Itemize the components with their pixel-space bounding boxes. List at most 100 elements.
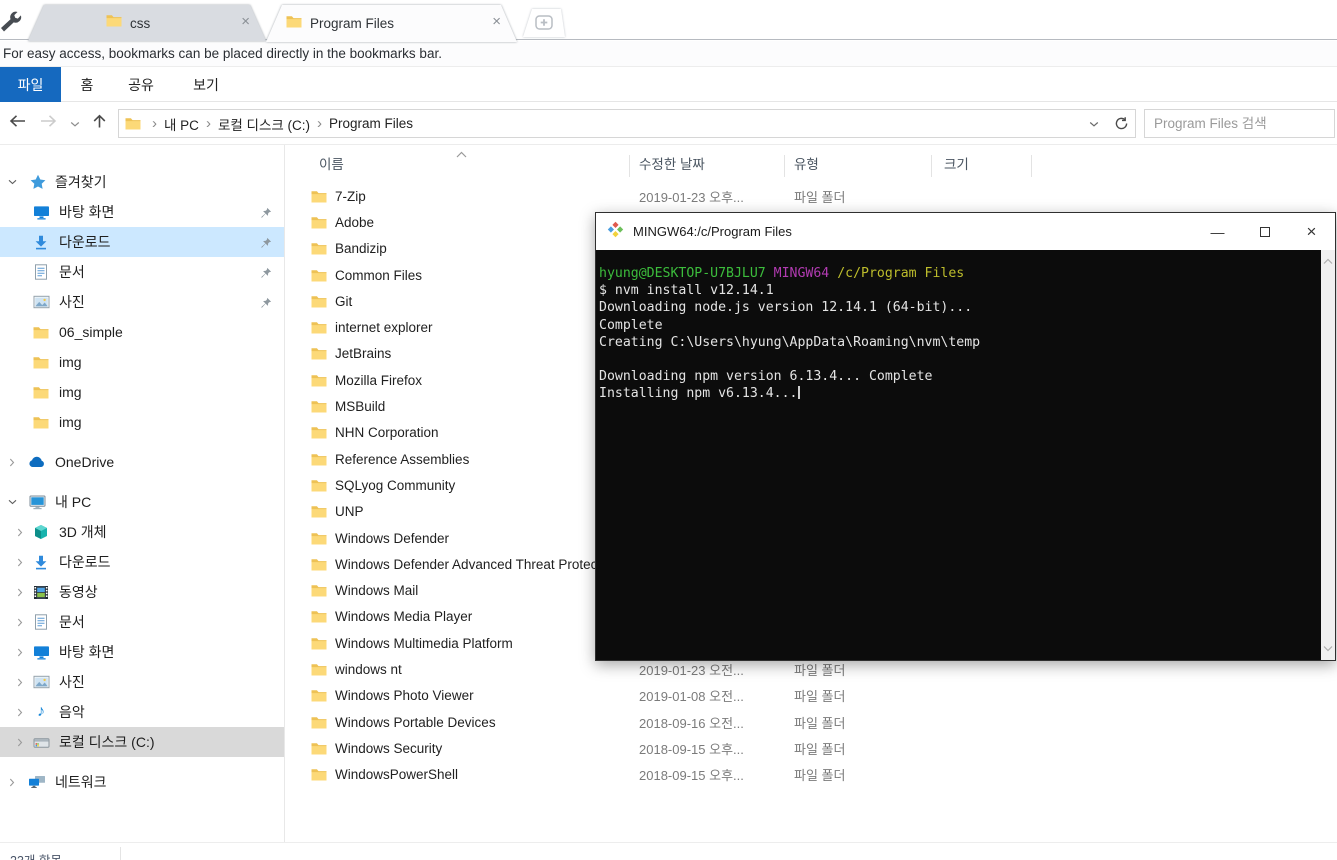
- file-name: Mozilla Firefox: [335, 372, 423, 388]
- sidebar-item[interactable]: 다운로드: [0, 227, 284, 257]
- tab-css[interactable]: css ×: [28, 5, 266, 41]
- column-header-size[interactable]: 크기: [944, 153, 969, 173]
- sidebar-item[interactable]: 사진: [0, 287, 284, 317]
- chevron-right-icon[interactable]: [16, 618, 26, 627]
- sidebar-item[interactable]: 네트워크: [0, 767, 284, 797]
- sidebar-item[interactable]: 문서: [0, 257, 284, 287]
- sidebar-item[interactable]: 즐겨찾기: [0, 167, 284, 197]
- settings-wrench-icon[interactable]: [0, 7, 25, 33]
- folder-icon: [311, 347, 327, 360]
- sidebar-item[interactable]: img: [0, 407, 284, 437]
- sidebar-item[interactable]: img: [0, 347, 284, 377]
- document-icon: [32, 614, 50, 630]
- table-row[interactable]: 7-Zip 2019-01-23 오후... 파일 폴더: [286, 183, 1337, 209]
- file-name: Windows Photo Viewer: [335, 688, 474, 704]
- sidebar-item[interactable]: 동영상: [0, 577, 284, 607]
- terminal-body[interactable]: hyung@DESKTOP-U7BJLU7 MINGW64 /c/Program…: [596, 250, 1335, 660]
- terminal-line: Downloading npm version 6.13.4... Comple…: [599, 369, 933, 385]
- terminal-scrollbar[interactable]: [1321, 250, 1335, 660]
- sidebar-item[interactable]: 내 PC: [0, 487, 284, 517]
- sidebar-item[interactable]: 바탕 화면: [0, 197, 284, 227]
- column-header-date[interactable]: 수정한 날짜: [639, 153, 705, 173]
- sidebar-item[interactable]: OneDrive: [0, 447, 284, 477]
- recent-locations-chevron-icon[interactable]: [70, 115, 80, 133]
- file-type: 파일 폴더: [794, 715, 846, 731]
- chevron-right-icon[interactable]: [16, 738, 26, 747]
- column-divider[interactable]: [931, 155, 932, 177]
- back-button[interactable]: [8, 114, 27, 133]
- terminal-line: Downloading node.js version 12.14.1 (64-…: [599, 300, 973, 316]
- search-input[interactable]: [1145, 110, 1334, 137]
- maximize-button[interactable]: [1241, 213, 1288, 250]
- table-row[interactable]: Windows Security 2018-09-15 오후... 파일 폴더: [286, 735, 1337, 761]
- address-bar[interactable]: › 내 PC › 로컬 디스크 (C:) › Program Files: [118, 109, 1108, 138]
- chevron-down-icon[interactable]: [8, 178, 18, 186]
- chevron-right-icon[interactable]: [16, 558, 26, 567]
- address-dropdown-chevron-icon[interactable]: [1089, 120, 1101, 128]
- film-icon: [32, 585, 50, 600]
- column-header-type[interactable]: 유형: [794, 153, 819, 173]
- tab-program-files[interactable]: Program Files ×: [266, 5, 517, 42]
- forward-button[interactable]: [39, 114, 58, 133]
- chevron-right-icon[interactable]: [16, 678, 26, 687]
- plus-icon: [523, 9, 565, 30]
- scroll-up-icon[interactable]: [1323, 253, 1333, 270]
- sidebar-item[interactable]: 3D 개체: [0, 517, 284, 547]
- terminal-title-bar[interactable]: MINGW64:/c/Program Files — ×: [596, 213, 1335, 250]
- table-row[interactable]: Windows Portable Devices 2018-09-16 오전...…: [286, 709, 1337, 735]
- table-row[interactable]: WindowsPowerShell 2018-09-15 오후... 파일 폴더: [286, 762, 1337, 788]
- sidebar-item-label: 다운로드: [59, 554, 111, 570]
- breadcrumb-item[interactable]: 로컬 디스크 (C:): [218, 114, 310, 134]
- tab-label: css: [130, 15, 151, 31]
- table-row[interactable]: Windows Photo Viewer 2019-01-08 오전... 파일 폴…: [286, 683, 1337, 709]
- sidebar-item[interactable]: 06_simple: [0, 317, 284, 347]
- column-divider[interactable]: [1031, 155, 1032, 177]
- chevron-right-icon[interactable]: [16, 708, 26, 717]
- navigation-bar: › 내 PC › 로컬 디스크 (C:) › Program Files: [0, 102, 1337, 145]
- chevron-right-icon[interactable]: [16, 588, 26, 597]
- chevron-right-icon[interactable]: [8, 778, 18, 787]
- minimize-button[interactable]: —: [1194, 213, 1241, 250]
- up-button[interactable]: [92, 113, 107, 134]
- sidebar-item[interactable]: 문서: [0, 607, 284, 637]
- close-button[interactable]: ×: [1288, 213, 1335, 250]
- sidebar-item[interactable]: 사진: [0, 667, 284, 697]
- breadcrumb-separator-icon: ›: [152, 115, 157, 132]
- file-name: Windows Mail: [335, 583, 419, 599]
- search-box[interactable]: [1144, 109, 1335, 138]
- sidebar-item-label: img: [59, 414, 82, 430]
- column-header-name[interactable]: 이름: [319, 153, 344, 173]
- breadcrumb-item[interactable]: Program Files: [329, 116, 413, 131]
- download-icon: [32, 555, 50, 570]
- file-type: 파일 폴더: [794, 741, 846, 757]
- refresh-button[interactable]: [1107, 109, 1136, 138]
- folder-icon: [311, 374, 327, 387]
- file-name: 7-Zip: [335, 188, 366, 204]
- sidebar-item[interactable]: 로컬 디스크 (C:): [0, 727, 284, 757]
- menu-home[interactable]: 홈: [66, 67, 108, 102]
- folder-icon: [311, 716, 327, 729]
- terminal-window[interactable]: MINGW64:/c/Program Files — × hyung@DESKT…: [595, 212, 1336, 661]
- scroll-down-icon[interactable]: [1323, 640, 1333, 657]
- menu-file[interactable]: 파일: [0, 67, 61, 102]
- cloud-icon: [28, 456, 46, 468]
- folder-icon: [311, 742, 327, 755]
- chevron-right-icon[interactable]: [16, 648, 26, 657]
- sidebar-item[interactable]: 다운로드: [0, 547, 284, 577]
- folder-icon: [32, 416, 50, 429]
- menu-view[interactable]: 보기: [178, 67, 234, 102]
- chevron-right-icon[interactable]: [16, 528, 26, 537]
- menu-share[interactable]: 공유: [112, 67, 170, 102]
- file-name: internet explorer: [335, 320, 433, 336]
- sidebar-item[interactable]: img: [0, 377, 284, 407]
- sidebar-item[interactable]: ♪ 음악: [0, 697, 284, 727]
- chevron-right-icon[interactable]: [8, 458, 18, 467]
- sidebar-item-label: 로컬 디스크 (C:): [59, 734, 155, 750]
- sidebar-item-label: 바탕 화면: [59, 204, 115, 220]
- new-tab-button[interactable]: [523, 9, 565, 37]
- breadcrumb-item[interactable]: 내 PC: [164, 114, 199, 134]
- column-divider[interactable]: [784, 155, 785, 177]
- column-divider[interactable]: [629, 155, 630, 177]
- chevron-down-icon[interactable]: [8, 498, 18, 506]
- sidebar-item[interactable]: 바탕 화면: [0, 637, 284, 667]
